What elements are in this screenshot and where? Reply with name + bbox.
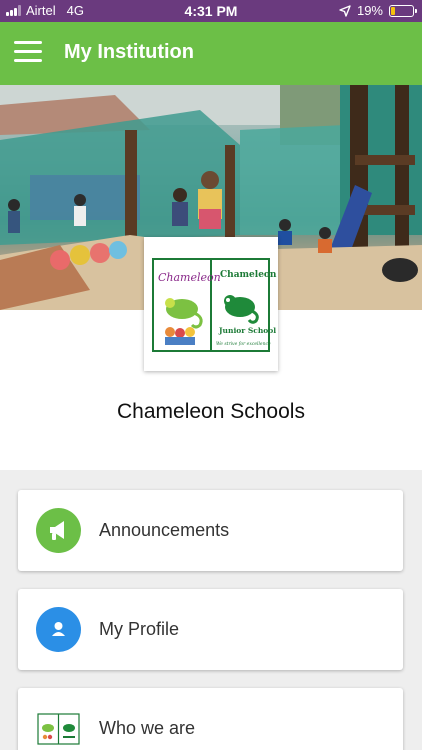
battery-icon bbox=[389, 4, 417, 17]
status-bar: Airtel 4G 4:31 PM 19% bbox=[0, 0, 422, 22]
menu-item-label: Who we are bbox=[99, 718, 196, 738]
logo-right-text: Chameleon bbox=[220, 270, 277, 280]
menu-item-my-profile[interactable]: My Profile bbox=[18, 589, 403, 670]
institution-name: Chameleon Schools bbox=[117, 400, 305, 423]
battery-fill bbox=[391, 6, 396, 15]
menu-item-announcements[interactable]: Announcements bbox=[18, 490, 403, 571]
battery-percent: 19% bbox=[356, 3, 383, 18]
institution-logo: Chameleon Chameleon Junior School We str… bbox=[144, 237, 278, 371]
location-arrow-icon bbox=[339, 4, 351, 17]
hamburger-icon[interactable] bbox=[14, 41, 42, 65]
status-right: 19% bbox=[339, 3, 417, 18]
person-icon bbox=[36, 607, 81, 652]
page-title: My Institution bbox=[64, 41, 194, 63]
logo-left-text: Chameleon bbox=[158, 271, 221, 284]
app-bar: My Institution bbox=[0, 22, 422, 85]
logo-motto: We strive for excellence bbox=[216, 341, 271, 347]
menu-item-who-we-are[interactable]: Who we are bbox=[18, 688, 403, 750]
megaphone-icon bbox=[36, 508, 81, 553]
school-logo-icon bbox=[36, 706, 81, 750]
menu-item-label: My Profile bbox=[99, 619, 180, 639]
menu-item-label: Announcements bbox=[99, 520, 230, 540]
logo-right-subtext: Junior School bbox=[218, 326, 276, 335]
